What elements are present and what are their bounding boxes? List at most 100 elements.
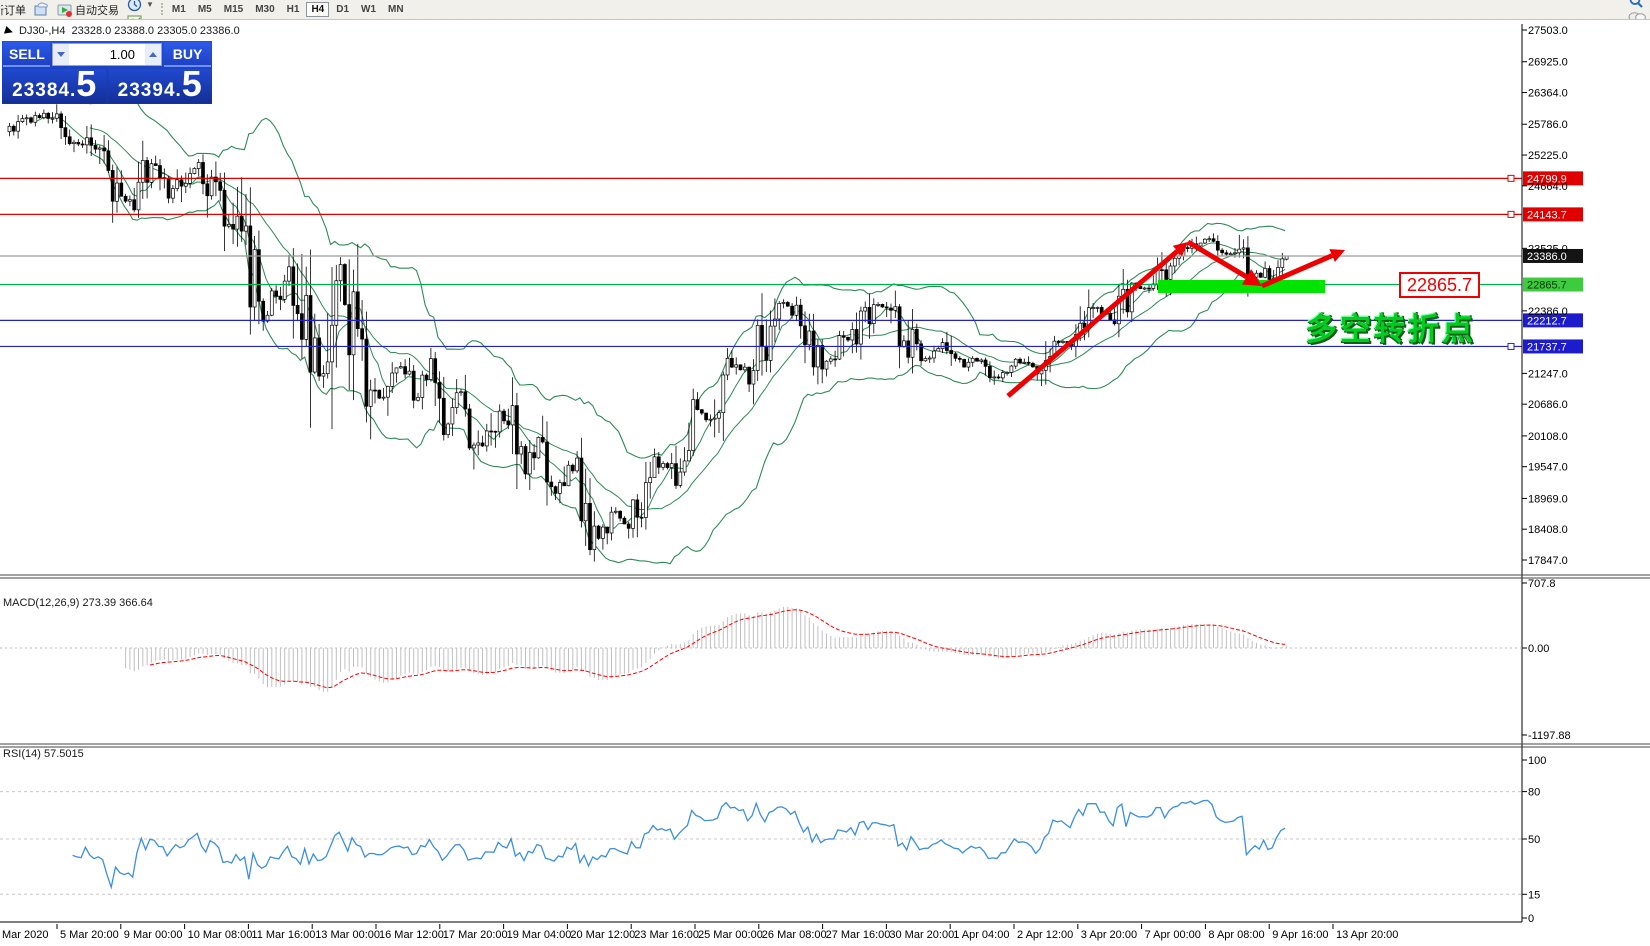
price-axis-label: 26364.0	[1528, 88, 1568, 100]
volume-increase-button[interactable]	[145, 44, 161, 65]
price-axis-label: 23525.0	[1528, 243, 1568, 255]
price-axis-label: 17847.0	[1528, 555, 1568, 567]
time-axis-label: 7 Apr 00:00	[1145, 929, 1201, 941]
macd-label: MACD(12,26,9) 273.39 366.64	[3, 597, 153, 609]
volume-spinner: 1.00	[52, 43, 162, 66]
axis-price-tag-label: 21737.7	[1527, 341, 1567, 353]
time-axis-label: 17 Mar 20:00	[443, 929, 508, 941]
price-callout[interactable]: 22865.7	[1399, 272, 1480, 298]
mt4-terminal: 新订单 自动交易 ▼▼▼EFAT▼ M1M5M15M30H1H4D1W1MN 2…	[0, 0, 1650, 946]
timeframe-m15[interactable]: M15	[219, 2, 248, 17]
cloud-chart-button[interactable]	[30, 1, 53, 18]
new-order-button[interactable]: 新订单	[0, 1, 30, 18]
chat-button[interactable]	[1624, 10, 1650, 21]
time-axis-label: 30 Mar 20:00	[889, 929, 954, 941]
volume-input[interactable]: 1.00	[69, 44, 145, 65]
price-axis-label: 18408.0	[1528, 524, 1568, 536]
line-handle	[1508, 343, 1514, 349]
timeframe-h1[interactable]: H1	[282, 2, 305, 17]
chart-marker-icon	[4, 26, 14, 36]
macd-axis-label: 0.00	[1528, 643, 1549, 655]
toolbar: 新订单 自动交易 ▼▼▼EFAT▼ M1M5M15M30H1H4D1W1MN	[0, 0, 1650, 20]
macd-panel	[0, 607, 1522, 692]
bollinger-bands	[34, 93, 1285, 564]
periods-icon	[127, 0, 142, 12]
spinner-up-icon	[149, 52, 157, 57]
search-icon	[1628, 0, 1644, 9]
price-axis-label: 18969.0	[1528, 493, 1568, 505]
timeframe-m30[interactable]: M30	[250, 2, 279, 17]
templates-button[interactable]: ▼	[123, 13, 158, 20]
line-handle	[1508, 211, 1514, 217]
timeframe-d1[interactable]: D1	[331, 2, 354, 17]
support-zone-bar[interactable]	[1158, 280, 1325, 293]
price-big-digit: 5	[76, 69, 96, 99]
autotrade-label: 自动交易	[75, 2, 119, 18]
chart-symbol-period: DJ30-,H4	[19, 25, 65, 37]
time-axis-label: 9 Apr 16:00	[1272, 929, 1328, 941]
time-axis-label: 13 Apr 20:00	[1336, 929, 1398, 941]
sell-button[interactable]: SELL	[3, 42, 50, 67]
volume-decrease-button[interactable]	[53, 44, 69, 65]
timeframe-m1[interactable]: M1	[167, 2, 191, 17]
rsi-axis-label: 100	[1528, 755, 1546, 767]
chart-window[interactable]: 24799.924143.723386.022865.722212.721737…	[0, 20, 1650, 946]
macd-axis-label: -1197.88	[1528, 730, 1571, 742]
search-button[interactable]	[1624, 0, 1648, 10]
time-axis-label: 25 Mar 00:00	[698, 929, 763, 941]
price-axis-label: 19547.0	[1528, 462, 1568, 474]
rsi-label: RSI(14) 57.5015	[3, 748, 84, 760]
price-axis-label: 25786.0	[1528, 119, 1568, 131]
price-axis-label: 22386.0	[1528, 306, 1568, 318]
timeframe-w1[interactable]: W1	[356, 2, 381, 17]
timeframe-h4[interactable]: H4	[306, 2, 329, 17]
price-axis-label: 26925.0	[1528, 57, 1568, 69]
price-axis-label: 20686.0	[1528, 399, 1568, 411]
ask-price[interactable]: 23394.5	[109, 69, 212, 103]
toolbar-grip[interactable]	[161, 3, 163, 15]
timeframe-group: M1M5M15M30H1H4D1W1MN	[158, 2, 410, 17]
time-axis-label: 26 Mar 08:00	[762, 929, 827, 941]
time-axis-label: 23 Mar 16:00	[634, 929, 699, 941]
chevron-down-icon: ▼	[146, 0, 154, 9]
new-order-label: 新订单	[0, 2, 26, 18]
price-axis-label: 27503.0	[1528, 25, 1568, 37]
time-axis-label: 8 Apr 08:00	[1208, 929, 1264, 941]
price-axis-label: 20108.0	[1528, 431, 1568, 443]
time-axis-label: 13 Mar 00:00	[315, 929, 380, 941]
price-big-digit: 5	[182, 69, 202, 99]
macd-axis-label: 707.8	[1528, 578, 1556, 590]
rsi-axis-label: 50	[1528, 834, 1540, 846]
cloud-chart-icon	[34, 2, 49, 17]
timeframe-m5[interactable]: M5	[193, 2, 217, 17]
time-axis-label: 11 Mar 16:00	[251, 929, 315, 941]
spinner-down-icon	[57, 52, 65, 57]
candlesticks	[8, 104, 1288, 561]
time-axis-label: 3 Apr 20:00	[1081, 929, 1137, 941]
price-chart[interactable]: 24799.924143.723386.022865.722212.721737…	[0, 20, 1650, 946]
rsi-axis-label: 0	[1528, 913, 1534, 925]
timeframe-mn[interactable]: MN	[383, 2, 409, 17]
rsi-axis-label: 15	[1528, 889, 1540, 901]
chat-icon	[1628, 11, 1646, 21]
one-click-trading-panel: SELL 1.00 BUY 23384.5 23394.5	[2, 41, 212, 104]
time-axis-label: 16 Mar 12:00	[379, 929, 444, 941]
time-axis-label: 9 Mar 00:00	[124, 929, 183, 941]
autotrade-icon	[57, 2, 72, 17]
time-axis-label: 5 Mar 20:00	[60, 929, 119, 941]
time-axis-label: 2 Apr 12:00	[1017, 929, 1073, 941]
price-axis-label: 24664.0	[1528, 181, 1568, 193]
time-axis-label: Mar 2020	[2, 929, 48, 941]
price-main: 23394.	[118, 80, 182, 102]
time-axis: Mar 2020 5 Mar 20:00 9 Mar 00:00 10 Mar 08:…	[2, 924, 1398, 941]
bid-price[interactable]: 23384.5	[3, 69, 106, 103]
periods-button[interactable]: ▼	[123, 0, 158, 13]
line-handle	[1508, 175, 1514, 181]
rsi-panel: 1008050150	[0, 755, 1546, 925]
cn-annotation[interactable]: 多空转折点	[1306, 304, 1476, 349]
axis-price-tag-label: 22865.7	[1527, 280, 1567, 292]
time-axis-label: 27 Mar 16:00	[826, 929, 891, 941]
time-axis-label: 10 Mar 08:00	[188, 929, 253, 941]
time-axis-label: 1 Apr 04:00	[953, 929, 1009, 941]
autotrade-button[interactable]: 自动交易	[53, 1, 123, 18]
